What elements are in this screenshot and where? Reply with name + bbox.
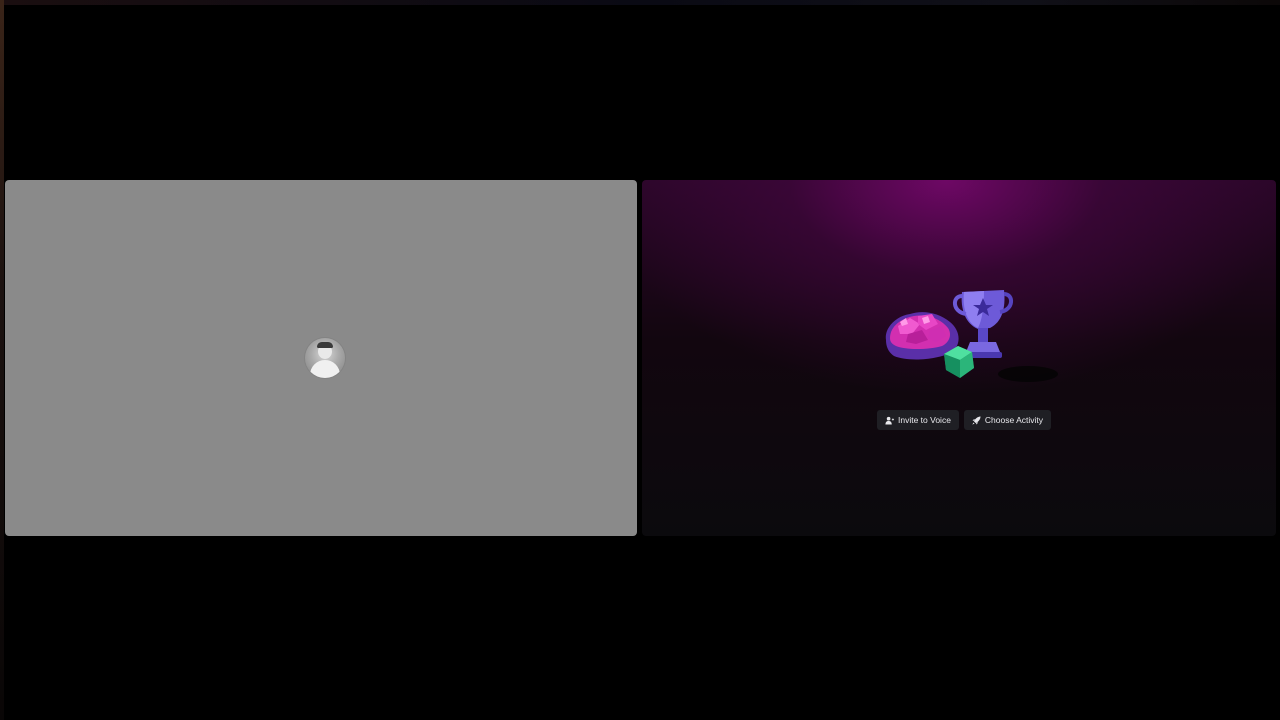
- invite-to-voice-label: Invite to Voice: [898, 415, 951, 425]
- left-edge: [0, 0, 4, 720]
- avatar-body: [310, 360, 340, 378]
- top-edge: [0, 0, 1280, 5]
- avatar-hair: [317, 342, 333, 348]
- person-add-icon: [885, 416, 894, 425]
- choose-activity-label: Choose Activity: [984, 415, 1044, 425]
- illustration-shadow: [998, 366, 1058, 382]
- activity-tile: Invite to Voice Choose Activity: [642, 180, 1276, 536]
- invite-to-voice-button[interactable]: Invite to Voice: [877, 410, 959, 430]
- voice-channel-stage: Invite to Voice Choose Activity: [0, 0, 1280, 720]
- user-avatar[interactable]: [305, 338, 345, 378]
- choose-activity-button[interactable]: Choose Activity: [963, 410, 1052, 430]
- activity-actions: Invite to Voice Choose Activity: [877, 410, 1052, 430]
- trophy-gems-dice-illustration: [885, 290, 1058, 382]
- trophy-icon: [953, 290, 1013, 358]
- user-tile[interactable]: [5, 180, 637, 536]
- rocket-icon: [972, 415, 981, 425]
